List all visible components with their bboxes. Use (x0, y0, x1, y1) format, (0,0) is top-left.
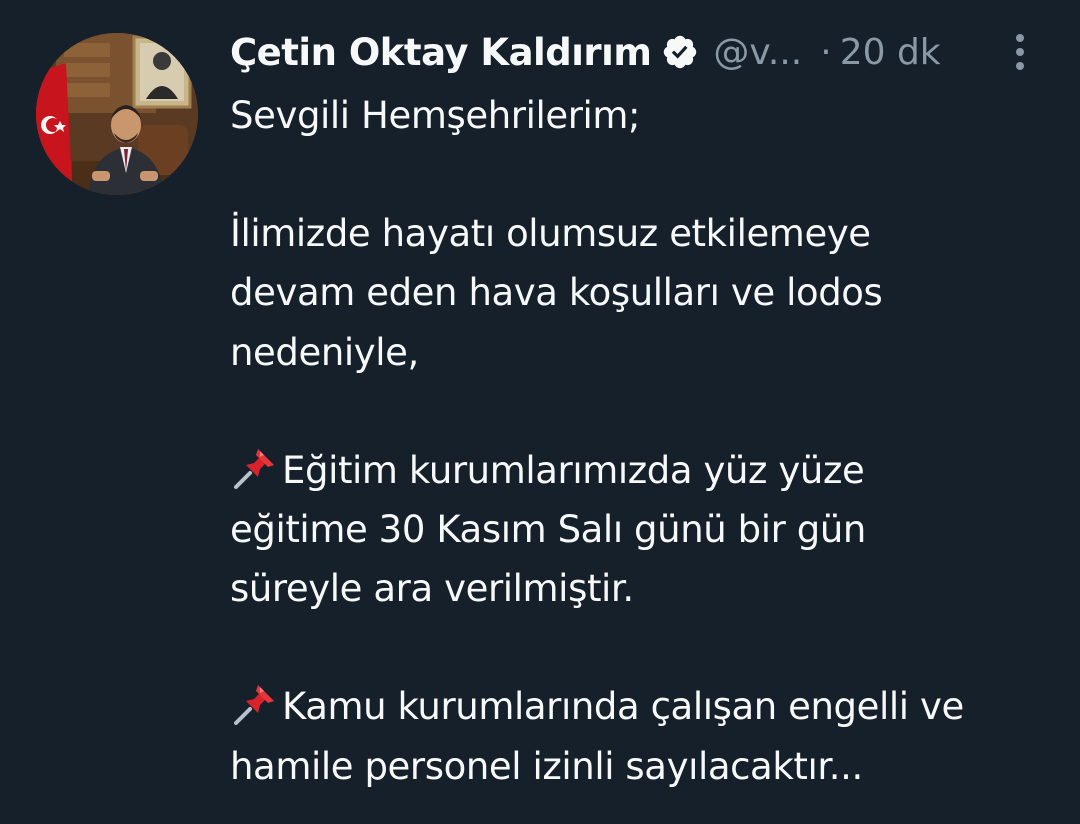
avatar-image (36, 33, 198, 195)
tweet-line: hamile personel izinli sayılacaktır... (230, 744, 863, 788)
tweet-line: Eğitim kurumlarımızda yüz yüze (230, 441, 1060, 500)
more-options-icon[interactable] (1005, 28, 1035, 76)
tweet-line-text: Kamu kurumlarında çalışan engelli ve (282, 685, 964, 729)
author-avatar[interactable] (36, 33, 198, 195)
tweet-line-text: Eğitim kurumlarımızda yüz yüze (282, 448, 865, 492)
tweet[interactable]: Çetin Oktay Kaldırım @v... · 20 dk Sevgi… (0, 0, 1080, 824)
tweet-line: Kamu kurumlarında çalışan engelli ve (230, 677, 1060, 736)
tweet-line: nedeniyle, (230, 330, 419, 374)
author-handle[interactable]: @v... (713, 32, 802, 73)
tweet-header: Çetin Oktay Kaldırım @v... · 20 dk (230, 24, 1060, 80)
verified-badge-icon (664, 35, 697, 69)
tweet-line: eğitime 30 Kasım Salı günü bir gün (230, 508, 866, 552)
tweet-greeting: Sevgili Hemşehrilerim; (230, 94, 641, 137)
tweet-timestamp[interactable]: 20 dk (840, 32, 941, 73)
tweet-line: süreyle ara verilmiştir. (230, 567, 634, 611)
pushpin-icon (234, 685, 274, 726)
tweet-line: devam eden hava koşulları ve lodos (230, 271, 883, 315)
header-separator: · (820, 31, 832, 73)
tweet-text: Sevgili Hemşehrilerim; İlimizde hayatı o… (230, 86, 1060, 796)
pushpin-icon (234, 448, 274, 489)
author-display-name[interactable]: Çetin Oktay Kaldırım (230, 31, 652, 74)
tweet-line: İlimizde hayatı olumsuz etkilemeye (230, 212, 871, 256)
